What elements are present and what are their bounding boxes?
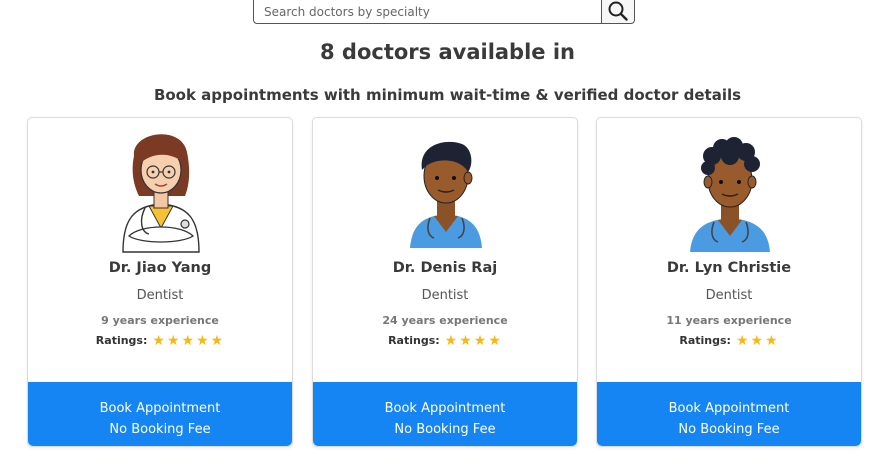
star-icon: ★ <box>166 333 180 349</box>
page-subtitle: Book appointments with minimum wait-time… <box>153 86 742 104</box>
book-appointment-button[interactable]: Book Appointment No Booking Fee <box>313 382 577 446</box>
doctors-page: 8 doctors available in Book appointments… <box>0 0 895 461</box>
star-icon: ★ <box>196 333 209 349</box>
doctor-name: Dr. Denis Raj <box>392 260 498 276</box>
doctor-experience: 9 years experience <box>101 314 219 327</box>
doctor-card: Dr. Jiao Yang Dentist 9 years experience… <box>27 117 293 447</box>
rating-stars: ★ ★ ★ ★ <box>444 334 502 348</box>
doctor-experience: 24 years experience <box>382 314 508 327</box>
star-icon: ★ <box>765 333 778 349</box>
ratings-label: Ratings: <box>388 334 440 347</box>
button-line-2: No Booking Fee <box>394 422 496 437</box>
star-icon: ★ <box>488 333 501 349</box>
doctor-card: Dr. Lyn Christie Dentist 11 years experi… <box>596 117 862 447</box>
search-input[interactable] <box>253 0 603 24</box>
doctor-card: Dr. Denis Raj Dentist 24 years experienc… <box>312 117 578 447</box>
doctor-rating: Ratings: ★ ★ ★ ★ ★ <box>28 334 292 348</box>
button-line-2: No Booking Fee <box>109 422 211 437</box>
search-icon <box>608 1 628 21</box>
doctor-avatar-male <box>410 141 482 248</box>
star-icon: ★ <box>444 333 458 349</box>
search-button[interactable] <box>602 0 635 24</box>
star-icon: ★ <box>210 333 224 349</box>
doctor-avatar-male <box>690 137 770 252</box>
doctor-specialty: Dentist <box>136 288 184 303</box>
star-icon: ★ <box>473 333 487 349</box>
star-icon: ★ <box>459 333 472 349</box>
rating-stars: ★ ★ ★ ★ ★ <box>151 334 224 348</box>
button-line-1: Book Appointment <box>99 401 221 416</box>
doctor-rating: Ratings: ★ ★ ★ ★ <box>313 334 577 348</box>
ratings-label: Ratings: <box>679 334 731 347</box>
button-line-1: Book Appointment <box>668 401 790 416</box>
rating-stars: ★ ★ ★ <box>735 334 779 348</box>
star-icon: ★ <box>750 333 764 349</box>
doctor-rating: Ratings: ★ ★ ★ <box>597 334 861 348</box>
star-icon: ★ <box>735 333 749 349</box>
doctor-name: Dr. Lyn Christie <box>666 260 792 276</box>
button-line-1: Book Appointment <box>384 401 506 416</box>
ratings-label: Ratings: <box>95 334 148 347</box>
book-appointment-button[interactable]: Book Appointment No Booking Fee <box>597 382 861 446</box>
doctor-experience: 11 years experience <box>666 314 792 327</box>
star-icon: ★ <box>181 333 195 349</box>
button-line-2: No Booking Fee <box>678 422 780 437</box>
book-appointment-button[interactable]: Book Appointment No Booking Fee <box>28 382 292 446</box>
doctor-specialty: Dentist <box>421 288 469 303</box>
star-icon: ★ <box>152 333 165 349</box>
doctor-specialty: Dentist <box>705 288 753 303</box>
doctor-avatar-female <box>122 134 200 253</box>
page-title: 8 doctors available in <box>320 40 575 64</box>
search-bar <box>253 0 635 24</box>
doctor-name: Dr. Jiao Yang <box>108 260 212 276</box>
